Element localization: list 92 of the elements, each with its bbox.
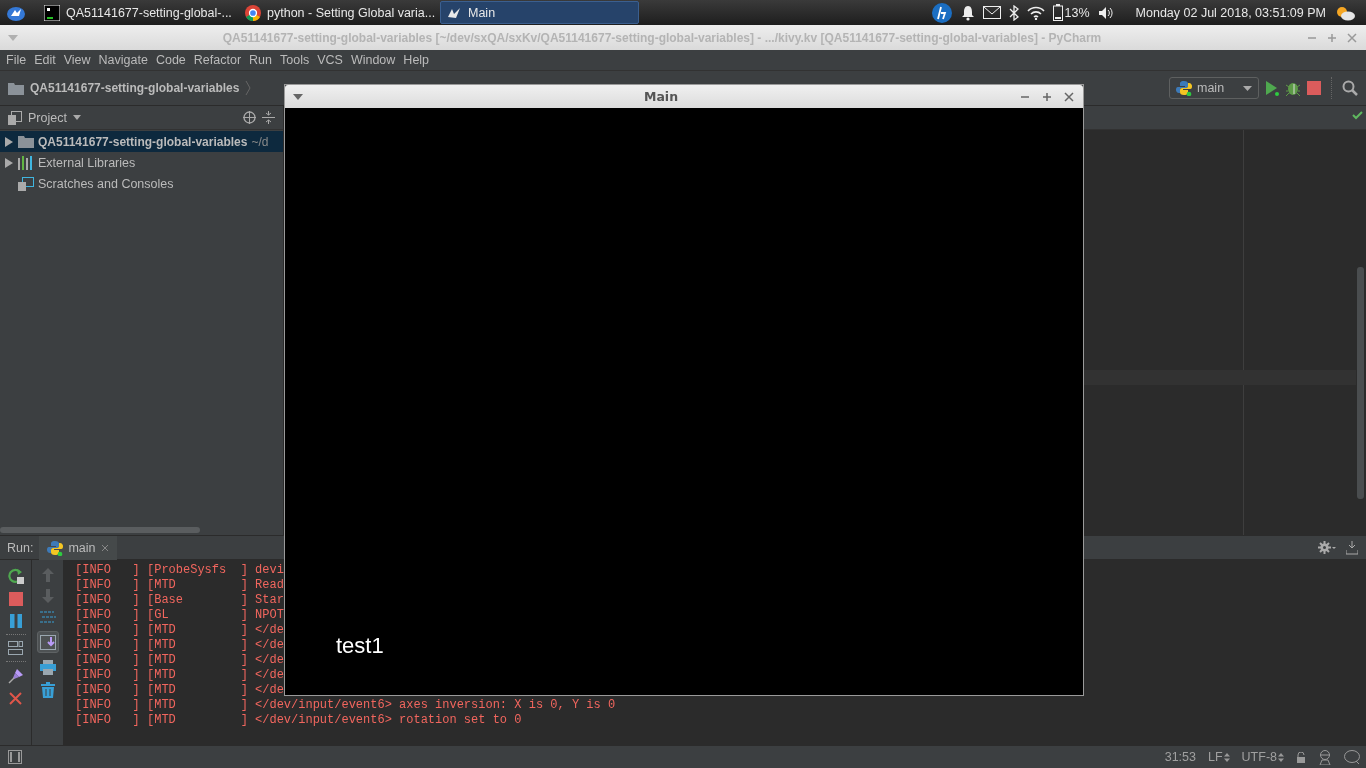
debug-icon[interactable] bbox=[1285, 80, 1301, 96]
menu-item[interactable]: Tools bbox=[276, 53, 314, 67]
pycharm-icon bbox=[44, 4, 60, 21]
console-line: [INFO ] [MTD ] </dev/input/event6> axes inversion: X is 0, Y is 0 bbox=[75, 698, 616, 713]
up-down-icon bbox=[1278, 752, 1284, 762]
menu-item[interactable]: View bbox=[59, 53, 95, 67]
chevron-icon bbox=[245, 80, 252, 96]
pin-icon[interactable] bbox=[7, 668, 24, 684]
run-icon[interactable] bbox=[1265, 80, 1279, 96]
layout-icon[interactable] bbox=[8, 641, 23, 655]
pause-icon[interactable] bbox=[9, 614, 22, 628]
console-line: [INFO ] [MTD ] </de bbox=[75, 653, 284, 668]
python-icon bbox=[1176, 80, 1192, 96]
expand-arrow-icon[interactable] bbox=[4, 157, 14, 168]
cursor-position[interactable]: 31:53 bbox=[1164, 750, 1196, 764]
panel-label: Run: bbox=[6, 540, 35, 555]
console-icon bbox=[18, 176, 34, 191]
taskbar-app[interactable]: python - Setting Global varia... bbox=[239, 1, 438, 24]
rerun-icon[interactable] bbox=[7, 568, 24, 584]
tree-item[interactable]: External Libraries bbox=[0, 152, 283, 173]
close-icon[interactable] bbox=[1063, 90, 1075, 103]
stop-icon[interactable] bbox=[8, 592, 23, 606]
bell-icon[interactable] bbox=[960, 4, 975, 21]
search-icon[interactable] bbox=[1342, 80, 1358, 96]
tree-item[interactable]: QA51141677-setting-global-variables ~/d bbox=[0, 131, 283, 152]
console-line: [INFO ] [GL ] NPOT bbox=[75, 608, 284, 623]
folder-icon bbox=[8, 81, 24, 95]
line-ending-selector[interactable]: LF bbox=[1208, 750, 1230, 764]
taskbar-app[interactable]: Main bbox=[440, 1, 639, 24]
print-icon[interactable] bbox=[39, 660, 56, 675]
maximize-icon[interactable] bbox=[1041, 90, 1053, 103]
project-icon bbox=[8, 110, 22, 125]
panel-title[interactable]: Project bbox=[28, 110, 67, 125]
volume-icon[interactable] bbox=[1097, 5, 1114, 20]
encoding-selector[interactable]: UTF-8 bbox=[1241, 750, 1284, 764]
hide-icon[interactable] bbox=[1346, 540, 1358, 555]
close-icon[interactable] bbox=[100, 543, 109, 552]
menu-item[interactable]: Window bbox=[346, 53, 400, 67]
window-menu-icon[interactable] bbox=[293, 93, 303, 100]
console-line: [INFO ] [Base ] Star bbox=[75, 593, 284, 608]
mail-icon[interactable] bbox=[982, 6, 1001, 19]
scrollbar-thumb[interactable] bbox=[0, 527, 200, 533]
console-line: [INFO ] [MTD ] </de bbox=[75, 683, 284, 698]
chat-icon[interactable] bbox=[1344, 749, 1360, 765]
scroll-to-end-button[interactable] bbox=[36, 631, 59, 653]
up-down-icon bbox=[1223, 752, 1230, 762]
library-icon bbox=[18, 155, 34, 170]
checkmark-icon bbox=[1352, 111, 1363, 120]
menu-item[interactable]: Navigate bbox=[94, 53, 152, 67]
close-icon[interactable] bbox=[9, 692, 22, 705]
console-line: [INFO ] [ProbeSysfs ] devi bbox=[75, 563, 284, 578]
locate-icon[interactable] bbox=[243, 111, 256, 124]
scroll-to-end-icon bbox=[39, 634, 56, 650]
menu-item[interactable]: Code bbox=[151, 53, 190, 67]
console-line: [INFO ] [MTD ] </de bbox=[75, 668, 284, 683]
folder-icon bbox=[18, 135, 34, 148]
menu-item[interactable]: Refactor bbox=[189, 53, 246, 67]
console-line: [INFO ] [MTD ] </dev/input/event6> rotation set to 0 bbox=[75, 713, 522, 728]
console-line: [INFO ] [MTD ] </de bbox=[75, 638, 284, 653]
close-icon[interactable] bbox=[1346, 31, 1358, 44]
run-tab[interactable]: main bbox=[39, 535, 117, 560]
hp-logo-icon bbox=[930, 1, 953, 24]
bluetooth-icon[interactable] bbox=[1008, 4, 1019, 21]
menu-item[interactable]: File bbox=[2, 53, 31, 67]
console-line: [INFO ] [MTD ] Read bbox=[75, 578, 284, 593]
menu-item[interactable]: Edit bbox=[30, 53, 60, 67]
console-line: [INFO ] [MTD ] </de bbox=[75, 623, 284, 638]
chrome-icon bbox=[245, 4, 261, 21]
window-title: Main bbox=[642, 89, 680, 104]
gear-icon[interactable] bbox=[1318, 541, 1336, 554]
caret-icon[interactable] bbox=[72, 115, 81, 120]
taskbar-app[interactable]: QA51141677-setting-global-... bbox=[38, 1, 237, 24]
inspector-icon[interactable] bbox=[1318, 749, 1332, 765]
clock[interactable]: Monday 02 Jul 2018, 03:51:09 PM bbox=[1135, 5, 1326, 20]
run-config-dropdown[interactable]: main bbox=[1169, 77, 1259, 99]
menu-item[interactable]: Help bbox=[399, 53, 434, 67]
battery-level: 13% bbox=[1064, 5, 1090, 20]
wifi-icon[interactable] bbox=[1026, 5, 1045, 20]
menu-item[interactable]: VCS bbox=[313, 53, 347, 67]
label-text: test1 bbox=[336, 633, 384, 659]
caret-icon bbox=[1243, 85, 1252, 91]
collapse-all-icon[interactable] bbox=[262, 111, 275, 124]
breadcrumb[interactable]: QA51141677-setting-global-variables bbox=[30, 81, 240, 95]
python-icon bbox=[47, 539, 64, 556]
tool-windows-icon[interactable] bbox=[8, 750, 22, 764]
lock-icon[interactable] bbox=[1296, 751, 1306, 763]
menu-item[interactable]: Run bbox=[245, 53, 276, 67]
tree-item[interactable]: Scratches and Consoles bbox=[0, 173, 283, 194]
scrollbar-thumb[interactable] bbox=[1357, 267, 1364, 499]
trash-icon[interactable] bbox=[40, 682, 55, 698]
expand-arrow-icon[interactable] bbox=[4, 136, 14, 147]
battery-icon[interactable] bbox=[1052, 4, 1063, 21]
